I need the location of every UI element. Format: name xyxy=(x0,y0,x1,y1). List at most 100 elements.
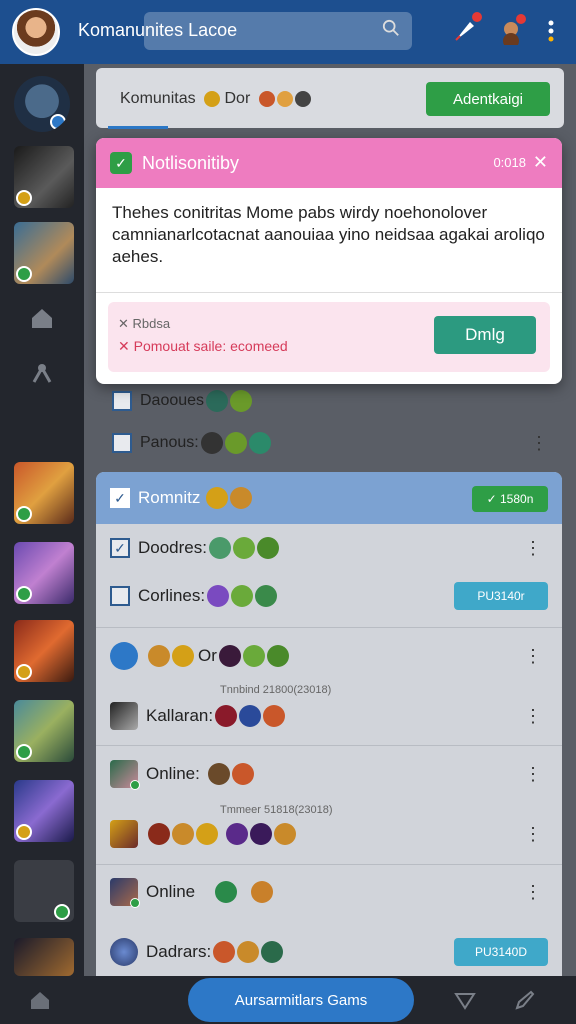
close-icon[interactable]: ✕ xyxy=(533,152,548,173)
pen-icon[interactable] xyxy=(512,988,538,1014)
server-game-3[interactable] xyxy=(14,462,74,524)
community-label: Komunitas Dor xyxy=(120,90,311,108)
list-item[interactable]: Corlines: PU3140r xyxy=(96,572,562,620)
row-divider xyxy=(96,745,562,746)
list-item[interactable]: Panous: ⋮ xyxy=(96,422,564,464)
gem-icon xyxy=(250,823,272,845)
notification-badge xyxy=(472,12,482,22)
home-icon[interactable] xyxy=(28,988,52,1012)
community-bar: Komunitas Dor Adentkaigi xyxy=(96,68,564,129)
row-checkbox[interactable] xyxy=(110,586,130,606)
gem-icon xyxy=(263,705,286,727)
avatar xyxy=(110,642,138,670)
gem-icon xyxy=(232,537,255,559)
server-game-1[interactable] xyxy=(14,146,74,208)
card-header[interactable]: ✓ Romnitz ✓ 1580n xyxy=(96,472,562,524)
home-icon[interactable] xyxy=(28,304,56,332)
server-game-6[interactable] xyxy=(14,700,74,762)
popup-time: 0:018 xyxy=(493,155,526,170)
gem-icon xyxy=(208,537,231,559)
more-icon[interactable]: ⋮ xyxy=(524,764,542,785)
more-icon[interactable]: ⋮ xyxy=(524,538,542,559)
rocket-icon[interactable] xyxy=(448,12,482,48)
gem-icon xyxy=(251,881,274,903)
status-pill[interactable]: PU3140r xyxy=(454,582,548,610)
gem-icon xyxy=(248,432,271,454)
alert-label: ✕ Rbdsa xyxy=(118,316,171,331)
profile-badge xyxy=(516,14,526,24)
more-icon[interactable]: ⋮ xyxy=(530,433,548,454)
server-game-4[interactable] xyxy=(14,542,74,604)
gem-icon xyxy=(215,881,238,903)
server-game-7[interactable] xyxy=(14,780,74,842)
profile-icon[interactable] xyxy=(494,14,528,48)
app-title: Komanunites Lacoe xyxy=(78,20,238,40)
gem-icon xyxy=(207,763,230,785)
gem-icon xyxy=(207,585,230,607)
list-item[interactable]: Online ⋮ xyxy=(96,868,562,916)
community-suffix: Dor xyxy=(224,90,251,107)
gem-icon xyxy=(255,585,278,607)
status-pill[interactable]: PU3140D xyxy=(454,938,548,966)
coin-icon xyxy=(204,90,221,107)
community-card: ✓ Romnitz ✓ 1580n ✓ Doodres: ⋮ Corlines:… xyxy=(96,472,562,976)
primary-cta-button[interactable]: Aursarmitlars Gams xyxy=(188,978,414,1022)
coin-icon xyxy=(148,645,170,667)
gem-icon xyxy=(148,823,170,845)
gem-icon xyxy=(266,645,289,667)
row-divider xyxy=(96,864,562,865)
check-icon: ✓ xyxy=(110,152,132,174)
avatar xyxy=(110,702,138,730)
gem-icon xyxy=(276,90,293,107)
server-status xyxy=(50,114,66,130)
server-game-9[interactable] xyxy=(14,938,74,976)
list-item[interactable]: Online: ⋮ xyxy=(96,750,562,798)
row-checkbox[interactable] xyxy=(112,433,132,453)
server-game-2[interactable] xyxy=(14,222,74,284)
gem-icon xyxy=(213,941,236,963)
list-item[interactable]: Daooues xyxy=(96,380,564,422)
avatar xyxy=(110,878,140,908)
server-game-5[interactable] xyxy=(14,620,74,682)
list-item[interactable]: Or ⋮ xyxy=(96,632,562,680)
gem-icon xyxy=(226,823,248,845)
header-checkbox[interactable]: ✓ xyxy=(110,488,130,508)
join-button[interactable]: Adentkaigi xyxy=(426,82,550,116)
list-item[interactable]: ✓ Doodres: ⋮ xyxy=(96,524,562,572)
more-icon[interactable]: ⋮ xyxy=(524,646,542,667)
user-avatar[interactable] xyxy=(12,8,60,56)
popup-action-button[interactable]: Dmlg xyxy=(434,316,536,354)
server-status xyxy=(16,824,32,840)
list-item[interactable]: Dadrars: PU3140D xyxy=(96,928,562,976)
gem-icon xyxy=(294,90,311,107)
server-avatar-active[interactable] xyxy=(14,76,70,132)
gem-icon xyxy=(218,645,241,667)
gem-icon xyxy=(230,390,253,412)
gem-icon xyxy=(206,390,229,412)
tools-icon[interactable] xyxy=(28,360,56,388)
progress-indicator xyxy=(108,126,168,129)
gem-icon xyxy=(231,763,254,785)
search-icon[interactable] xyxy=(382,19,400,37)
gem-icon xyxy=(256,537,279,559)
server-game-8[interactable] xyxy=(14,860,74,922)
gem-icon xyxy=(231,585,254,607)
gem-icon xyxy=(258,90,275,107)
more-icon[interactable]: ⋮ xyxy=(524,882,542,903)
list-item[interactable]: ⋮ xyxy=(96,810,562,858)
gem-icon xyxy=(224,432,247,454)
list-item[interactable]: Kallaran: ⋮ xyxy=(96,692,562,740)
shield-icon[interactable] xyxy=(452,988,478,1014)
server-status xyxy=(16,266,32,282)
server-status xyxy=(54,904,70,920)
popup-alert: ✕ Rbdsa ✕ Pomouat saile: ecomeed Dmlg xyxy=(108,302,550,372)
more-icon[interactable] xyxy=(534,14,568,48)
gem-icon xyxy=(237,941,260,963)
notification-popup: ✓ Notlisonitiby 0:018 ✕ Thehes conitrita… xyxy=(96,138,562,384)
more-icon[interactable]: ⋮ xyxy=(524,706,542,727)
gem-icon xyxy=(215,705,238,727)
row-checkbox[interactable] xyxy=(112,391,132,411)
more-icon[interactable]: ⋮ xyxy=(524,824,542,845)
popup-header: ✓ Notlisonitiby xyxy=(96,138,562,188)
row-checkbox[interactable]: ✓ xyxy=(110,538,130,558)
